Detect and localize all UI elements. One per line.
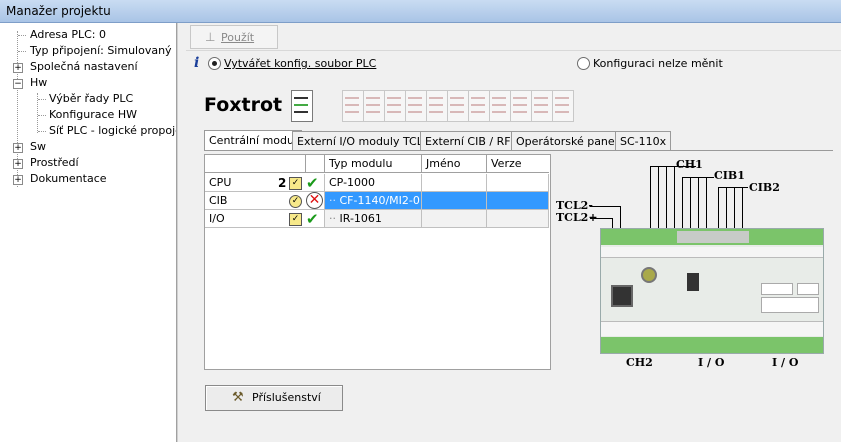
module-slot[interactable] xyxy=(552,90,574,122)
module-slot[interactable] xyxy=(468,90,490,122)
module-slot[interactable] xyxy=(384,90,406,122)
status-ok-icon: ✔ xyxy=(306,174,319,192)
cell-module-version[interactable] xyxy=(487,210,549,228)
tree-connector xyxy=(38,131,46,132)
tree-connector xyxy=(38,99,46,100)
panel-splitter[interactable] xyxy=(177,23,185,442)
tree-connector xyxy=(18,35,26,36)
module-grid[interactable]: Typ modulu Jméno Verze CPU 2 ✓ ✔ CP-1000… xyxy=(204,154,551,370)
module-slot[interactable] xyxy=(489,90,511,122)
label-cib1: CIB1 xyxy=(714,169,745,182)
module-config-icon[interactable]: ✓ xyxy=(289,195,302,208)
cell-module-name[interactable] xyxy=(422,192,487,210)
product-name: Foxtrot xyxy=(204,94,283,116)
tree-item-connection-type[interactable]: Typ připojení: Simulovaný PLC xyxy=(30,43,176,58)
tab-sc-110x[interactable]: SC-110x xyxy=(615,131,672,151)
cell-module-version[interactable] xyxy=(487,192,549,210)
label-ch2: CH2 xyxy=(626,356,653,369)
module-slot[interactable] xyxy=(531,90,553,122)
window-titlebar: Manažer projektu xyxy=(0,0,841,23)
toolbar: ⊥ Použít xyxy=(186,23,841,51)
row-group-label: I/O xyxy=(209,212,225,225)
column-header-version[interactable]: Verze xyxy=(487,155,549,173)
accessories-button-label: Příslušenství xyxy=(252,391,321,404)
cell-module-name[interactable] xyxy=(422,210,487,228)
tree-branch-glyph: ·· xyxy=(329,212,340,225)
label-cib2: CIB2 xyxy=(749,181,780,194)
tree-connector xyxy=(18,51,26,52)
plc-diagram: CH1 CIB1 CIB2 TCL2- TCL2+ CH2 I / O I / … xyxy=(552,152,832,372)
table-row[interactable]: I/O ✓ ✔ xyxy=(205,210,325,228)
tree-item-plc-network[interactable]: Síť PLC - logické propojení xyxy=(49,123,176,138)
label-io-left: I / O xyxy=(698,356,725,369)
tab-baseline xyxy=(204,150,833,151)
column-header-name[interactable]: Jméno xyxy=(422,155,487,173)
status-error-icon: ✕ xyxy=(306,192,323,209)
label-io-right: I / O xyxy=(772,356,799,369)
accessories-button[interactable]: ⚒ Příslušenství xyxy=(205,385,343,411)
tree-item-plc-series[interactable]: Výběr řady PLC xyxy=(49,91,133,106)
module-slot[interactable] xyxy=(447,90,469,122)
module-config-icon[interactable]: ✓ xyxy=(289,213,302,226)
tree-item-sw[interactable]: Sw xyxy=(30,139,46,154)
label-ch1: CH1 xyxy=(676,158,703,171)
apply-button[interactable]: ⊥ Použít xyxy=(190,25,278,49)
module-slot[interactable] xyxy=(405,90,427,122)
info-icon: i xyxy=(194,55,200,71)
tree-item-environment[interactable]: Prostředí xyxy=(30,155,79,170)
tree-item-hw-config[interactable]: Konfigurace HW xyxy=(49,107,137,122)
create-config-radio[interactable] xyxy=(208,57,221,70)
module-type-text: CF-1140/MI2-01M xyxy=(339,194,422,207)
module-slot[interactable] xyxy=(510,90,532,122)
expand-icon[interactable]: + xyxy=(13,63,23,73)
tab-external-cib-rf[interactable]: Externí CIB / RF xyxy=(420,131,516,151)
expand-icon[interactable]: + xyxy=(13,143,23,153)
module-slot[interactable] xyxy=(426,90,448,122)
module-type-text: IR-1061 xyxy=(339,212,382,225)
column-header-type[interactable]: Typ modulu xyxy=(325,155,422,173)
tree-branch-glyph: ·· xyxy=(329,194,340,207)
module-slot-active[interactable] xyxy=(291,90,313,122)
expand-icon[interactable]: + xyxy=(13,175,23,185)
collapse-icon[interactable]: − xyxy=(13,79,23,89)
tools-icon: ⚒ xyxy=(232,390,244,405)
table-row[interactable]: CIB ✓ ✕ xyxy=(205,192,325,210)
tree-item-hw[interactable]: Hw xyxy=(30,75,47,90)
apply-icon: ⊥ xyxy=(205,30,216,44)
cell-module-type-selected[interactable]: ·· CF-1140/MI2-01M xyxy=(325,192,422,210)
status-ok-icon: ✔ xyxy=(306,210,319,228)
module-count: 2 xyxy=(278,176,287,190)
cell-module-type[interactable]: CP-1000 xyxy=(325,174,422,192)
tree-item-common-settings[interactable]: Společná nastavení xyxy=(30,59,138,74)
module-slot[interactable] xyxy=(363,90,385,122)
row-group-label: CPU xyxy=(209,176,232,189)
window-title: Manažer projektu xyxy=(6,4,111,18)
grid-header-blank xyxy=(205,155,306,173)
create-config-label: Vytvářet konfig. soubor PLC xyxy=(224,57,377,70)
tree-item-documentation[interactable]: Dokumentace xyxy=(30,171,107,186)
cell-module-name[interactable] xyxy=(422,174,487,192)
tree-item-plc-address[interactable]: Adresa PLC: 0 xyxy=(30,27,106,42)
cell-module-version[interactable] xyxy=(487,174,549,192)
project-tree[interactable]: Adresa PLC: 0 Typ připojení: Simulovaný … xyxy=(0,23,177,442)
apply-button-label: Použít xyxy=(221,31,255,44)
tab-central-module[interactable]: Centrální modul xyxy=(204,130,303,151)
plc-device-image xyxy=(600,228,824,354)
module-slot[interactable] xyxy=(342,90,364,122)
cell-module-type[interactable]: ·· IR-1061 xyxy=(325,210,422,228)
label-tcl2-plus: TCL2+ xyxy=(556,211,598,224)
expand-icon[interactable]: + xyxy=(13,159,23,169)
cannot-change-radio[interactable] xyxy=(577,57,590,70)
row-group-label: CIB xyxy=(209,194,228,207)
table-row[interactable]: CPU 2 ✓ ✔ xyxy=(205,174,325,192)
cannot-change-label: Konfiguraci nelze měnit xyxy=(593,57,723,70)
tree-connector xyxy=(38,115,46,116)
module-config-icon[interactable]: ✓ xyxy=(289,177,302,190)
tab-external-io-tcl2[interactable]: Externí I/O moduly TCL2 xyxy=(292,131,435,151)
tab-operator-panels[interactable]: Operátorské panely xyxy=(511,131,630,151)
grid-header-blank xyxy=(306,155,325,173)
